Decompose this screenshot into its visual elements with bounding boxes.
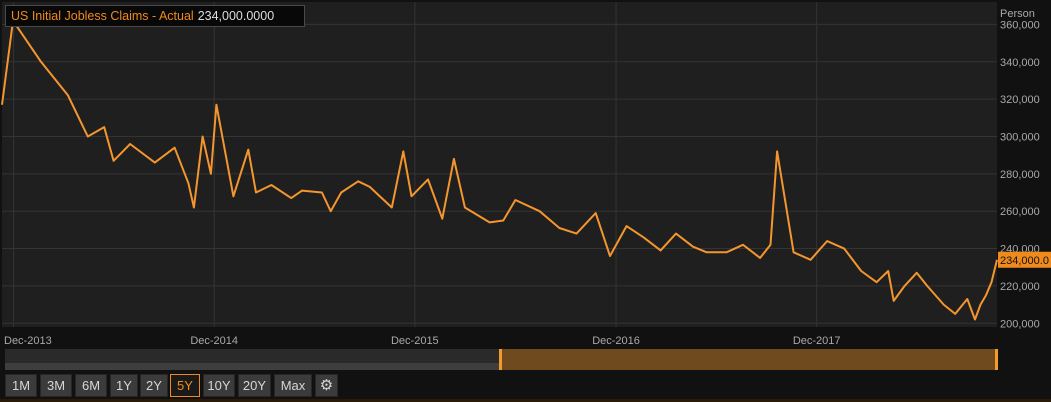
y-tick-label: 260,000	[1000, 206, 1040, 218]
x-axis: Dec-2013 Dec-2014 Dec-2015 Dec-2016 Dec-2017	[4, 335, 841, 346]
last-value-marker: 234,000.0	[998, 251, 1051, 268]
gear-icon: ⚙	[319, 377, 334, 394]
range-button-1y[interactable]: 1Y	[110, 374, 138, 397]
navigator-left-handle[interactable]	[499, 349, 502, 370]
range-button-3m[interactable]: 3M	[40, 374, 72, 397]
range-button-5y[interactable]: 5Y	[170, 374, 200, 397]
settings-button[interactable]: ⚙	[315, 374, 338, 397]
x-tick-label: Dec-2016	[592, 335, 640, 346]
navigator-bar[interactable]	[5, 349, 998, 370]
range-button-20y[interactable]: 20Y	[238, 374, 271, 397]
y-tick-label: 340,000	[1000, 57, 1040, 69]
legend-series-value: 234,000.0000	[197, 9, 275, 23]
range-button-max[interactable]: Max	[274, 374, 312, 397]
plot-area	[2, 2, 997, 327]
legend: US Initial Jobless Claims - Actual 234,00…	[5, 5, 305, 27]
navigator-history	[5, 363, 499, 370]
y-axis: 200,000220,000240,000260,000280,000300,0…	[1000, 19, 1040, 330]
range-button-2y[interactable]: 2Y	[140, 374, 168, 397]
last-value-label: 234,000.0	[1000, 255, 1049, 267]
x-tick-label: Dec-2014	[190, 335, 238, 346]
legend-series-name: US Initial Jobless Claims - Actual	[11, 9, 194, 23]
navigator-selection[interactable]	[500, 349, 998, 370]
range-button-1m[interactable]: 1M	[5, 374, 37, 397]
y-tick-label: 220,000	[1000, 281, 1040, 293]
y-unit-label: Person	[1000, 8, 1035, 20]
range-button-6m[interactable]: 6M	[75, 374, 107, 397]
y-tick-label: 360,000	[1000, 19, 1040, 31]
y-tick-label: 300,000	[1000, 131, 1040, 143]
x-tick-label: Dec-2013	[4, 335, 52, 346]
y-tick-label: 280,000	[1000, 169, 1040, 181]
y-tick-label: 320,000	[1000, 94, 1040, 106]
x-tick-label: Dec-2015	[391, 335, 439, 346]
x-tick-label: Dec-2017	[793, 335, 841, 346]
y-tick-label: 200,000	[1000, 318, 1040, 330]
navigator-right-handle[interactable]	[995, 349, 998, 370]
range-button-10y[interactable]: 10Y	[203, 374, 235, 397]
line-chart: Dec-2013 Dec-2014 Dec-2015 Dec-2016 Dec-2017…	[1, 2, 1051, 346]
